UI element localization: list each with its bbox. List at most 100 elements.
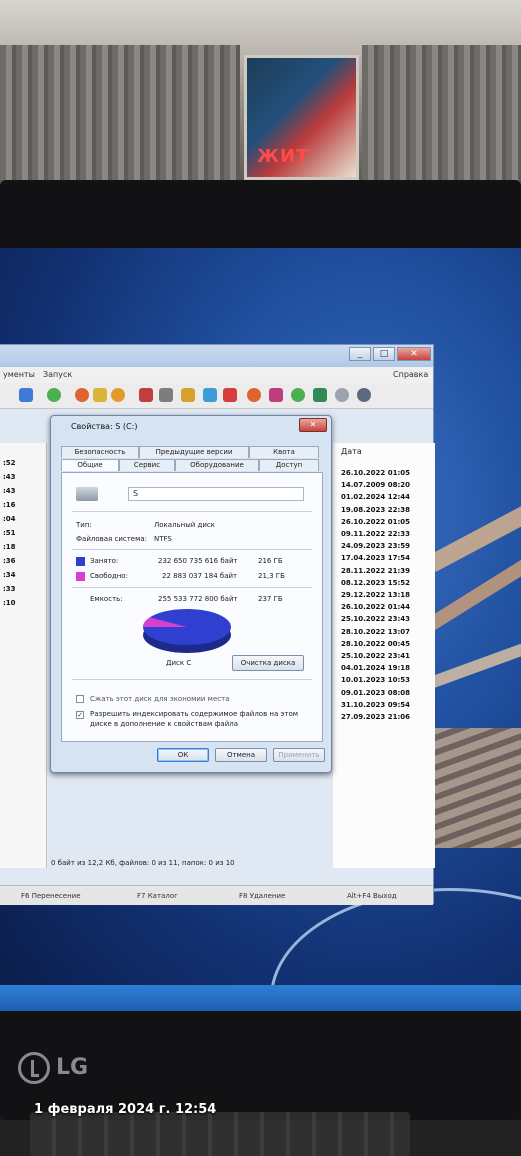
wallpaper-structure bbox=[430, 728, 521, 848]
disk-cleanup-button[interactable]: Очистка диска bbox=[232, 655, 304, 671]
capacity-label: Емкость: bbox=[90, 595, 123, 603]
date-cell: 31.10.2023 09:54 bbox=[341, 700, 411, 709]
date-cell: 04.01.2024 19:18 bbox=[341, 664, 411, 673]
toolbar-icon[interactable] bbox=[203, 388, 217, 402]
date-cell: 26.10.2022 01:05 bbox=[341, 517, 411, 526]
curtain-right bbox=[362, 45, 521, 180]
dialog-titlebar[interactable]: Свойства: S (C:) ✕ bbox=[51, 416, 331, 436]
date-cell: 19.08.2023 22:38 bbox=[341, 505, 411, 514]
cancel-button[interactable]: Отмена bbox=[215, 748, 267, 762]
used-gb: 216 ГБ bbox=[258, 557, 283, 565]
date-cell: 10.01.2023 10:53 bbox=[341, 676, 411, 685]
wallpaper-beam bbox=[427, 462, 521, 572]
maximize-button[interactable]: □ bbox=[373, 347, 395, 361]
toolbar-icon[interactable] bbox=[93, 388, 107, 402]
free-bytes: 22 883 037 184 байт bbox=[162, 572, 238, 580]
used-space-swatch bbox=[76, 557, 85, 566]
tab-previous-versions[interactable]: Предыдущие версии bbox=[139, 446, 249, 458]
fkey-move[interactable]: F6 Перенесение bbox=[21, 892, 81, 900]
keyboard bbox=[30, 1112, 410, 1156]
disk-caption: Диск C bbox=[166, 659, 192, 667]
capacity-gb: 237 ГБ bbox=[258, 595, 283, 603]
tab-tools[interactable]: Сервис bbox=[119, 459, 175, 471]
toolbar-icon[interactable] bbox=[111, 388, 125, 402]
toolbar-icon[interactable] bbox=[47, 388, 61, 402]
tab-general[interactable]: Общие bbox=[61, 459, 119, 471]
time-cell: :43 bbox=[3, 487, 16, 495]
date-cell: 26.10.2022 01:44 bbox=[341, 603, 411, 612]
index-checkbox[interactable]: ✓ bbox=[76, 711, 84, 719]
time-cell: :51 bbox=[3, 529, 16, 537]
close-button[interactable]: ✕ bbox=[397, 347, 431, 361]
toolbar-icon[interactable] bbox=[19, 388, 33, 402]
used-label: Занято: bbox=[90, 557, 119, 565]
toolbar-icon[interactable] bbox=[269, 388, 283, 402]
free-gb: 21,3 ГБ bbox=[258, 572, 285, 580]
toolbar-icon[interactable] bbox=[313, 388, 327, 402]
fkey-exit[interactable]: Alt+F4 Выход bbox=[347, 892, 397, 900]
hard-drive-icon bbox=[76, 487, 98, 501]
date-cell: 01.02.2024 12:44 bbox=[341, 493, 411, 502]
compress-checkbox[interactable] bbox=[76, 695, 84, 703]
tab-security[interactable]: Безопасность bbox=[61, 446, 139, 458]
toolbar-icon[interactable] bbox=[159, 388, 173, 402]
minimize-button[interactable]: _ bbox=[349, 347, 371, 361]
date-cell: 27.09.2023 21:06 bbox=[341, 713, 411, 721]
date-cell: 25.10.2022 23:41 bbox=[341, 652, 411, 660]
date-cell: 26.10.2022 01:05 bbox=[341, 469, 411, 477]
apply-button[interactable]: Применить bbox=[273, 748, 325, 762]
time-cell: :16 bbox=[3, 501, 16, 509]
time-cell: :33 bbox=[3, 585, 16, 593]
toolbar-icon[interactable] bbox=[291, 388, 305, 402]
toolbar-icon[interactable] bbox=[181, 388, 195, 402]
date-cell: 09.11.2022 22:33 bbox=[341, 530, 411, 538]
time-cell: :04 bbox=[3, 515, 16, 523]
time-cell: :36 bbox=[3, 557, 16, 565]
taskbar[interactable] bbox=[0, 985, 521, 1011]
toolbar-icon[interactable] bbox=[75, 388, 89, 402]
date-column-header[interactable]: Дата bbox=[341, 447, 362, 456]
drive-properties-dialog[interactable]: Свойства: S (C:) ✕ Безопасность Предыдущ… bbox=[50, 415, 332, 773]
separator bbox=[72, 549, 312, 550]
disk-usage-pie bbox=[143, 609, 231, 653]
room-background: ЖИТ bbox=[0, 0, 521, 190]
date-cell: 28.10.2022 00:45 bbox=[341, 639, 411, 648]
search-icon[interactable] bbox=[357, 388, 371, 402]
drive-label-input[interactable]: S bbox=[128, 487, 304, 501]
tab-hardware[interactable]: Оборудование bbox=[175, 459, 259, 471]
time-cell: :10 bbox=[3, 599, 16, 607]
toolbar-icon[interactable] bbox=[335, 388, 349, 402]
toolbar-icon[interactable] bbox=[139, 388, 153, 402]
free-label: Свободно: bbox=[90, 572, 128, 580]
filesystem-label: Файловая система: bbox=[76, 535, 148, 543]
time-cell: :43 bbox=[3, 473, 16, 481]
capacity-bytes: 255 533 772 800 байт bbox=[158, 595, 238, 603]
dialog-title: Свойства: S (C:) bbox=[71, 422, 138, 431]
menu-documents[interactable]: ументы bbox=[3, 370, 35, 379]
function-keys-bar: F6 Перенесение F7 Каталог F8 Удаление Al… bbox=[0, 885, 433, 905]
filesystem-value: NTFS bbox=[154, 535, 172, 543]
lg-logo-icon bbox=[18, 1052, 50, 1084]
left-file-panel[interactable]: :52 :43 :43 :16 :04 :51 :18 :36 :34 :33 … bbox=[0, 443, 47, 868]
fkey-mkdir[interactable]: F7 Каталог bbox=[137, 892, 178, 900]
toolbar-icon[interactable] bbox=[223, 388, 237, 402]
dialog-close-button[interactable]: ✕ bbox=[299, 418, 327, 432]
window-controls: _ □ ✕ bbox=[349, 347, 431, 361]
toolbar-icon[interactable] bbox=[247, 388, 261, 402]
file-manager-titlebar[interactable]: _ □ ✕ bbox=[0, 345, 433, 367]
photo-scene: ЖИТ _ □ ✕ ументы Запуск Справка:52:43 … bbox=[0, 0, 521, 1156]
monitor-brand: LG bbox=[56, 1055, 89, 1080]
ok-button[interactable]: ОК bbox=[157, 748, 209, 762]
poster: ЖИТ bbox=[244, 55, 359, 180]
time-cell: :34 bbox=[3, 571, 16, 579]
menu-help[interactable]: Справка bbox=[393, 370, 428, 379]
tab-sharing[interactable]: Доступ bbox=[259, 459, 319, 471]
poster-text: ЖИТ bbox=[257, 146, 310, 167]
status-bar: 0 байт из 12,2 Кб, файлов: 0 из 11, папо… bbox=[51, 859, 235, 867]
fkey-delete[interactable]: F8 Удаление bbox=[239, 892, 285, 900]
tab-quota[interactable]: Квота bbox=[249, 446, 319, 458]
used-bytes: 232 650 735 616 байт bbox=[158, 557, 238, 565]
date-cell: 28.11.2022 21:39 bbox=[341, 566, 411, 575]
date-cell: 24.09.2023 23:59 bbox=[341, 542, 411, 551]
menu-launch[interactable]: Запуск bbox=[43, 370, 72, 379]
